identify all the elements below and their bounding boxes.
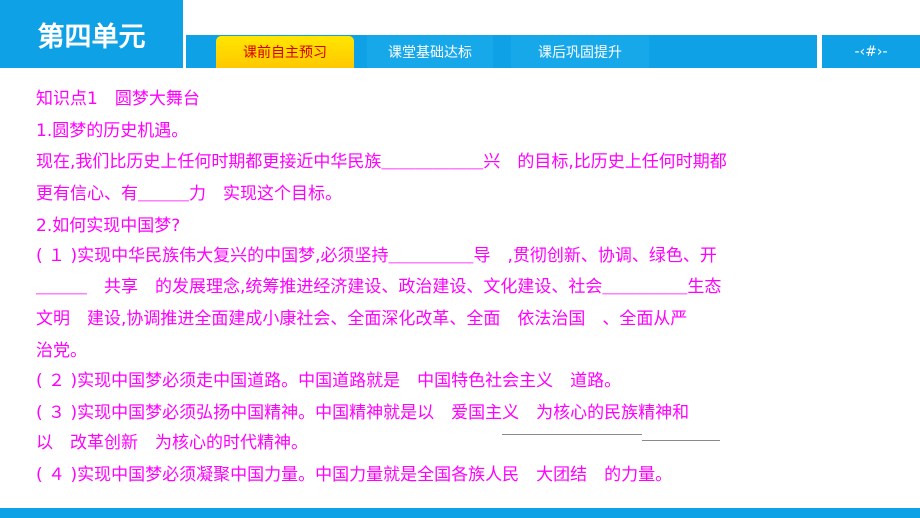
paragraph-line: ( １ )实现中华民族伟大复兴的中国梦,必须坚持＿＿＿＿＿导 ,贯彻创新、协调、… [36,246,717,266]
paragraph-line: 现在,我们比历史上任何时期都更接近中华民族＿＿＿＿＿＿兴 的目标,比历史上任何时… [36,152,727,172]
paragraph-line: 以 改革创新 为核心的时代精神。 [36,433,308,453]
paragraph-line: 文明 建设,协调推进全面建成小康社会、全面深化改革、全面 依法治国 、全面从严 [36,309,688,329]
paragraph-line: ＿＿＿ 共享 的发展理念,统筹推进经济建设、政治建设、文化建设、社会＿＿＿＿＿生… [36,277,722,297]
knowledge-point-title: 知识点1 圆梦大舞台 [36,89,200,109]
unit-title: 第四单元 [0,0,183,68]
paragraph-line: 治党。 [36,341,87,361]
paragraph-line: 更有信心、有＿＿＿力 实现这个目标。 [36,184,342,204]
tab-in-class-basics[interactable]: 课堂基础达标 [367,35,493,68]
paragraph-line: ( ４ )实现中国梦必须凝聚中国力量。中国力量就是全国各族人民 大团结 的力量。 [36,465,673,485]
section-heading-2: 2.如何实现中国梦? [36,216,181,236]
footer-bar [0,508,920,518]
paragraph-line: ( ２ )实现中国梦必须走中国道路。中国道路就是 中国特色社会主义 道路。 [36,371,622,391]
section-heading-1: 1.圆梦的历史机遇。 [36,121,189,141]
page-number: -‹#›- [822,35,920,68]
tab-pre-class-preview[interactable]: 课前自主预习 [216,36,354,68]
section-tabs: 课前自主预习 课堂基础达标 课后巩固提升 [186,35,817,68]
tab-after-class-consolidation[interactable]: 课后巩固提升 [511,35,649,68]
answer-blank [502,434,642,436]
paragraph-line: ( ３ )实现中国梦必须弘扬中国精神。中国精神就是以 爱国主义 为核心的民族精神… [36,403,690,423]
answer-blank [642,440,720,442]
